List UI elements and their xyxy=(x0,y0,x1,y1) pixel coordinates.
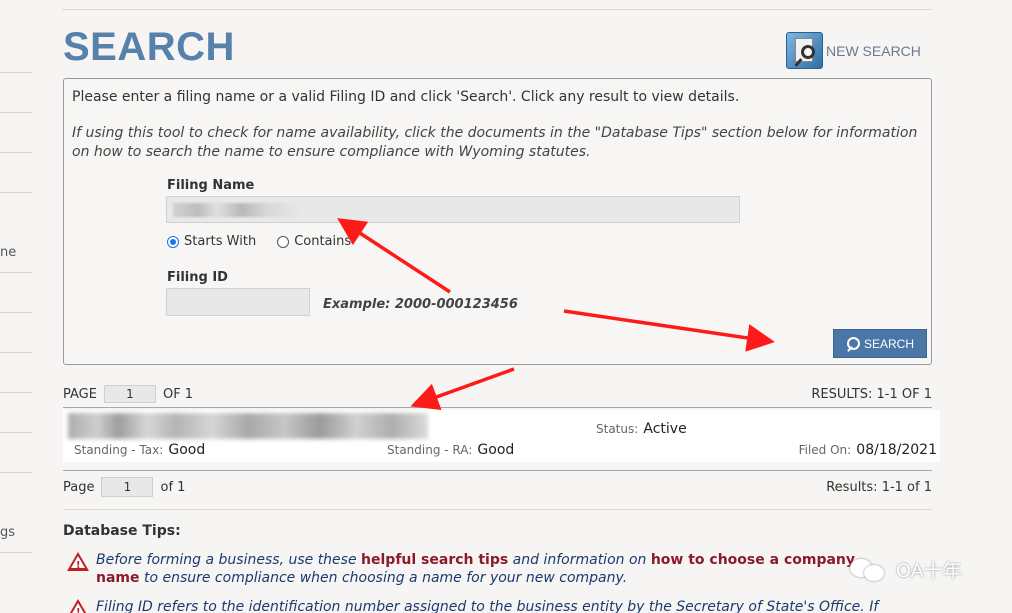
arrow-to-result xyxy=(410,367,515,411)
watermark: OA十年 xyxy=(850,556,962,583)
wechat-icon xyxy=(850,557,888,583)
watermark-text: OA十年 xyxy=(896,560,962,582)
arrow-to-name-field xyxy=(337,218,451,294)
annotation-arrows xyxy=(337,218,775,411)
arrow-to-search-button xyxy=(563,309,775,352)
